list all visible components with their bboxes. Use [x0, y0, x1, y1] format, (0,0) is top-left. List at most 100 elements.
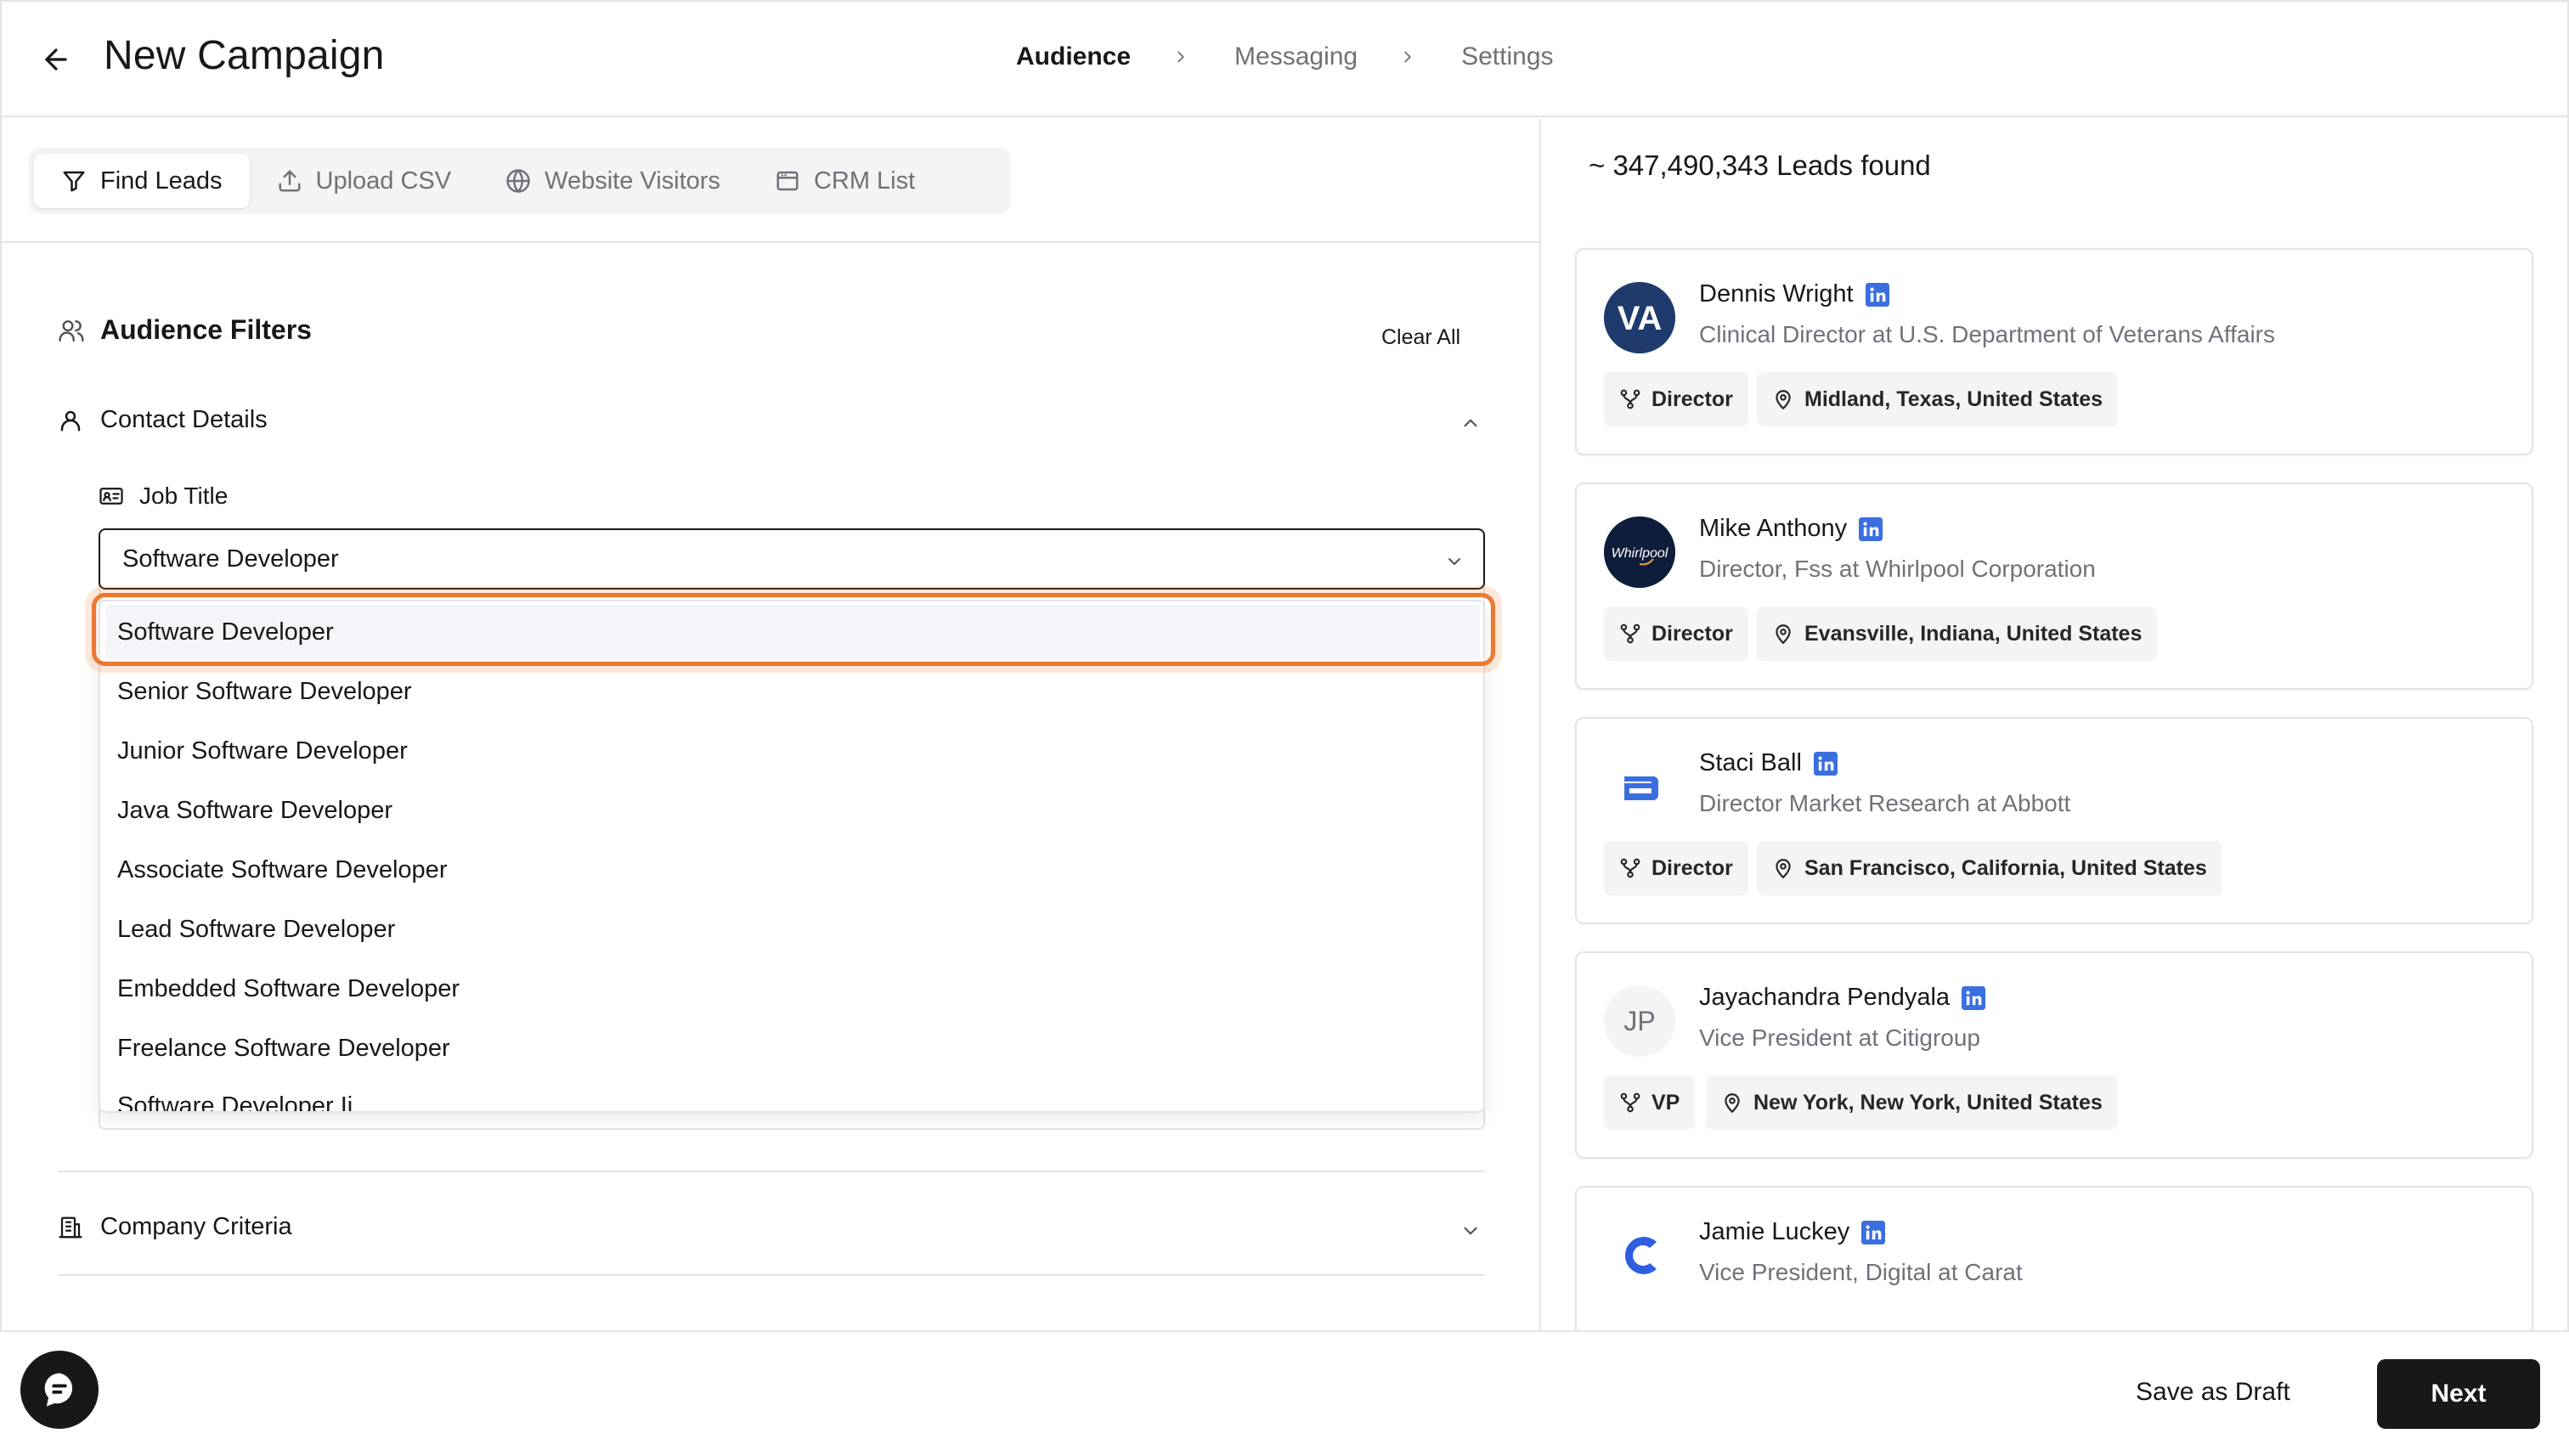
- lead-card[interactable]: JP Jayachandra Pendyala Vice President a…: [1575, 951, 2533, 1159]
- job-title-select[interactable]: Software Developer: [99, 528, 1485, 590]
- linkedin-icon[interactable]: [1813, 751, 1838, 776]
- dropdown-option[interactable]: Software Developer: [117, 605, 334, 659]
- leads-list: VA Dennis Wright Clinical Director at U.…: [1541, 119, 2567, 1332]
- location-chip: San Francisco, California, United States: [1757, 841, 2222, 895]
- id-card-icon: [99, 488, 123, 505]
- tab-upload-csv[interactable]: Upload CSV: [250, 154, 479, 208]
- company-criteria-label: Company Criteria: [100, 1213, 292, 1240]
- map-pin-icon: [1776, 390, 1791, 409]
- tab-label: Find Leads: [100, 166, 223, 195]
- upload-icon: [279, 170, 300, 192]
- seniority-text: Director: [1652, 855, 1733, 880]
- tab-website-visitors[interactable]: Website Visitors: [478, 154, 748, 208]
- lead-name: Jayachandra Pendyala: [1699, 984, 1951, 1011]
- linkedin-icon[interactable]: [1865, 282, 1889, 307]
- location-text: New York, New York, United States: [1753, 1090, 2103, 1115]
- company-criteria-header[interactable]: Company Criteria: [58, 1213, 292, 1241]
- contact-details-header[interactable]: Contact Details: [58, 406, 1485, 434]
- seniority-text: VP: [1652, 1090, 1680, 1115]
- dropdown-option[interactable]: Associate Software Developer: [117, 843, 447, 897]
- location-text: Evansville, Indiana, United States: [1804, 621, 2143, 646]
- filter-icon: [63, 171, 85, 192]
- hierarchy-icon: [1620, 858, 1640, 878]
- svg-text:Whirlpool: Whirlpool: [1612, 546, 1668, 561]
- map-pin-icon: [1776, 624, 1791, 644]
- linkedin-icon[interactable]: [1859, 516, 1883, 541]
- users-icon: [59, 319, 84, 341]
- dropdown-option[interactable]: Senior Software Developer: [117, 664, 412, 719]
- user-icon: [60, 410, 81, 431]
- chevron-down-icon[interactable]: [1460, 1220, 1482, 1246]
- tab-crm-list[interactable]: CRM List: [748, 154, 942, 208]
- lead-name: Dennis Wright: [1699, 280, 1854, 308]
- job-title-selected-value: Software Developer: [122, 545, 339, 573]
- browser-window-icon: [776, 171, 799, 191]
- step-audience[interactable]: Audience: [1016, 42, 1131, 71]
- audience-filters-heading: Audience Filters: [58, 314, 312, 346]
- lead-card[interactable]: Jamie Luckey Vice President, Digital at …: [1575, 1186, 2533, 1332]
- clear-all-button[interactable]: Clear All: [1381, 325, 1460, 350]
- location-text: Midland, Texas, United States: [1804, 387, 2103, 411]
- lead-title: Director Market Research at Abbott: [1699, 790, 2071, 816]
- tab-find-leads[interactable]: Find Leads: [34, 154, 250, 208]
- avatar: [1604, 1220, 1675, 1291]
- step-messaging[interactable]: Messaging: [1234, 42, 1358, 71]
- page-title: New Campaign: [104, 33, 385, 78]
- lead-title: Director, Fss at Whirlpool Corporation: [1699, 556, 2096, 582]
- dropdown-option[interactable]: Freelance Software Developer: [117, 1021, 450, 1075]
- lead-card[interactable]: Whirlpool Mike Anthony Director, Fss at …: [1575, 483, 2533, 690]
- avatar: JP: [1604, 985, 1675, 1057]
- lead-name-row: Jamie Luckey: [1699, 1218, 1886, 1246]
- tab-label: Website Visitors: [545, 166, 720, 195]
- building-icon: [59, 1216, 82, 1238]
- seniority-text: Director: [1652, 621, 1733, 646]
- whirlpool-logo-icon: Whirlpool: [1604, 516, 1675, 588]
- tab-label: CRM List: [813, 166, 916, 195]
- dropdown-option[interactable]: Junior Software Developer: [117, 724, 408, 778]
- tab-label: Upload CSV: [315, 166, 452, 195]
- avatar: [1604, 751, 1675, 822]
- lead-name: Staci Ball: [1699, 749, 1802, 776]
- dropdown-option[interactable]: Lead Software Developer: [117, 902, 395, 957]
- chat-support-button[interactable]: [20, 1351, 99, 1429]
- lead-card[interactable]: Staci Ball Director Market Research at A…: [1575, 717, 2533, 924]
- lead-name: Jamie Luckey: [1699, 1218, 1850, 1245]
- lead-name-row: Staci Ball: [1699, 749, 1838, 777]
- lead-name: Mike Anthony: [1699, 515, 1848, 542]
- location-text: San Francisco, California, United States: [1804, 855, 2207, 880]
- hierarchy-icon: [1620, 624, 1640, 644]
- dropdown-option[interactable]: Embedded Software Developer: [117, 962, 460, 1016]
- chevron-up-icon[interactable]: [1460, 412, 1482, 438]
- next-button[interactable]: Next: [2377, 1359, 2540, 1429]
- back-button[interactable]: [37, 41, 75, 78]
- map-pin-icon: [1725, 1093, 1740, 1113]
- contact-details-label: Contact Details: [100, 406, 268, 433]
- job-title-label: Job Title: [99, 483, 228, 510]
- source-tabs: Find Leads Upload CSV Website Visitors C…: [29, 148, 1011, 214]
- job-title-dropdown: Software Developer Senior Software Devel…: [99, 600, 1485, 1113]
- tabs-divider: [0, 241, 1539, 243]
- top-header: New Campaign Audience Messaging Settings: [0, 0, 2569, 117]
- arrow-left-icon: [45, 48, 67, 71]
- chat-icon: [44, 1373, 73, 1407]
- section-divider: [58, 1274, 1485, 1276]
- lead-title: Clinical Director at U.S. Department of …: [1699, 321, 2275, 347]
- linkedin-icon[interactable]: [1962, 985, 1986, 1010]
- chevron-right-icon: [1398, 48, 1417, 66]
- carat-logo-icon: [1624, 1237, 1657, 1274]
- seniority-text: Director: [1652, 387, 1733, 411]
- svg-text:VA: VA: [1618, 300, 1663, 337]
- linkedin-icon[interactable]: [1861, 1220, 1886, 1244]
- lead-card[interactable]: VA Dennis Wright Clinical Director at U.…: [1575, 248, 2533, 455]
- lead-name-row: Jayachandra Pendyala: [1699, 984, 1986, 1012]
- dropdown-option[interactable]: Software Developer Ii: [117, 1079, 353, 1112]
- lead-name-row: Dennis Wright: [1699, 280, 1889, 308]
- hierarchy-icon: [1620, 1092, 1640, 1113]
- map-pin-icon: [1776, 859, 1791, 878]
- dropdown-option[interactable]: Java Software Developer: [117, 783, 392, 838]
- va-logo-icon: VA: [1604, 282, 1675, 353]
- save-as-draft-button[interactable]: Save as Draft: [2136, 1378, 2290, 1407]
- step-settings[interactable]: Settings: [1461, 42, 1553, 71]
- seniority-chip: Director: [1604, 841, 1748, 895]
- hierarchy-icon: [1620, 389, 1640, 409]
